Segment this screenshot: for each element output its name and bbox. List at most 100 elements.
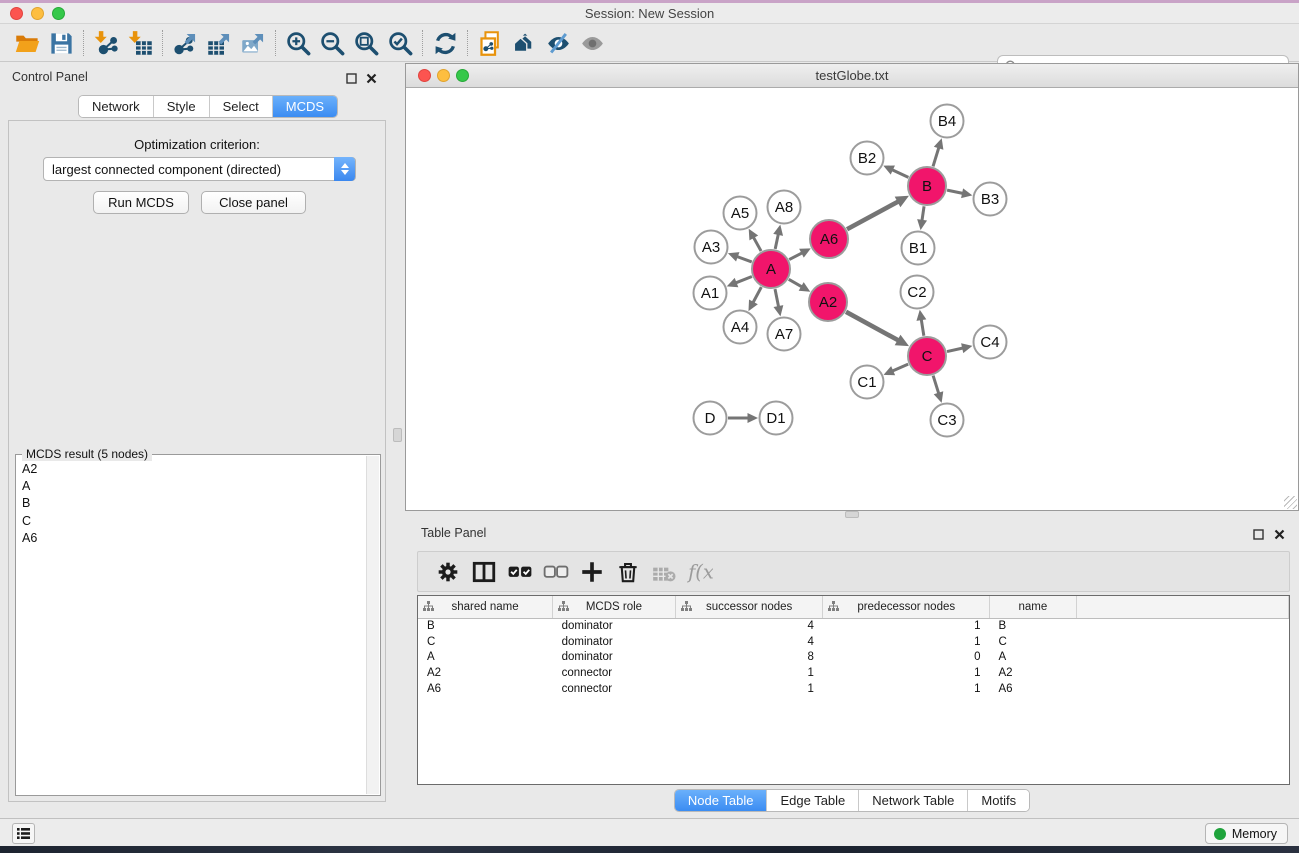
node-C[interactable]: C	[908, 337, 946, 375]
cell[interactable]: A2	[418, 665, 553, 681]
mcds-result-list[interactable]: A2ABCA6	[18, 461, 364, 793]
column-header-MCDS-role[interactable]: MCDS role	[553, 596, 676, 618]
edge-A-A1[interactable]	[735, 277, 752, 284]
clone-network-button[interactable]	[473, 27, 507, 59]
cell[interactable]: C	[418, 634, 553, 650]
node-A4[interactable]: A4	[724, 311, 757, 344]
mcds-result-item[interactable]: A	[18, 478, 364, 495]
table-row[interactable]: Cdominator41C	[418, 634, 1289, 650]
cell[interactable]: A	[418, 650, 553, 666]
edge-A-A2[interactable]	[789, 279, 803, 287]
import-table-button[interactable]	[123, 27, 157, 59]
edge-C-C2[interactable]	[921, 318, 924, 336]
cell[interactable]: connector	[553, 681, 676, 697]
table-row[interactable]: A2connector11A2	[418, 665, 1289, 681]
table-tab-edge-table[interactable]: Edge Table	[767, 790, 859, 811]
cell[interactable]: B	[418, 618, 553, 634]
column-header-name[interactable]: name	[990, 596, 1077, 618]
cell[interactable]: connector	[553, 665, 676, 681]
mcds-result-item[interactable]: C	[18, 513, 364, 530]
node-A3[interactable]: A3	[695, 231, 728, 264]
save-session-button[interactable]	[44, 27, 78, 59]
cell[interactable]: 1	[823, 665, 990, 681]
table-tab-network-table[interactable]: Network Table	[859, 790, 968, 811]
cell[interactable]: 0	[823, 650, 990, 666]
split-panel-button[interactable]	[466, 555, 502, 589]
node-C3[interactable]: C3	[931, 404, 964, 437]
table-row[interactable]: Adominator80A	[418, 650, 1289, 666]
add-column-button[interactable]	[574, 555, 610, 589]
float-table-panel-icon[interactable]	[1251, 527, 1265, 541]
network-overview-button[interactable]	[507, 27, 541, 59]
tab-mcds[interactable]: MCDS	[273, 96, 337, 117]
column-header-successor-nodes[interactable]: successor nodes	[675, 596, 823, 618]
memory-button[interactable]: Memory	[1205, 823, 1288, 844]
column-header-shared-name[interactable]: shared name	[418, 596, 553, 618]
optimization-criterion-select[interactable]: largest connected component (directed)	[43, 157, 356, 181]
node-A2[interactable]: A2	[809, 283, 847, 321]
cell[interactable]: 4	[675, 634, 823, 650]
node-C4[interactable]: C4	[974, 326, 1007, 359]
cell[interactable]: A2	[990, 665, 1077, 681]
settings-gear-button[interactable]	[430, 555, 466, 589]
cell[interactable]: C	[990, 634, 1077, 650]
cell[interactable]: dominator	[553, 650, 676, 666]
task-history-button[interactable]	[12, 823, 35, 844]
cell[interactable]: dominator	[553, 634, 676, 650]
table-tab-node-table[interactable]: Node Table	[675, 790, 768, 811]
table-row[interactable]: Bdominator41B	[418, 618, 1289, 634]
node-B2[interactable]: B2	[851, 142, 884, 175]
cell[interactable]: A6	[990, 681, 1077, 697]
edge-A-A7[interactable]	[775, 289, 779, 308]
import-network-button[interactable]	[89, 27, 123, 59]
cell[interactable]: A6	[418, 681, 553, 697]
close-table-panel-icon[interactable]	[1272, 527, 1286, 541]
zoom-out-button[interactable]	[315, 27, 349, 59]
edge-A2-C[interactable]	[846, 312, 899, 341]
vertical-splitter-handle[interactable]	[393, 428, 402, 442]
graphics-details-button[interactable]	[541, 27, 575, 59]
edge-C-C1[interactable]	[891, 364, 908, 371]
edge-B-B2[interactable]	[891, 169, 908, 177]
cell[interactable]: 4	[675, 618, 823, 634]
export-table-button[interactable]	[202, 27, 236, 59]
horizontal-splitter-handle[interactable]	[845, 511, 859, 518]
edge-B-B1[interactable]	[922, 206, 924, 221]
node-B3[interactable]: B3	[974, 183, 1007, 216]
edge-A-A8[interactable]	[775, 233, 778, 249]
cell[interactable]: dominator	[553, 618, 676, 634]
table-tab-motifs[interactable]: Motifs	[968, 790, 1029, 811]
node-D1[interactable]: D1	[760, 402, 793, 435]
deselect-all-button[interactable]	[538, 555, 574, 589]
close-panel-button[interactable]: Close panel	[201, 191, 306, 214]
node-B1[interactable]: B1	[902, 232, 935, 265]
edge-B-B3[interactable]	[947, 190, 964, 194]
edge-A-A6[interactable]	[789, 252, 803, 259]
export-image-button[interactable]	[236, 27, 270, 59]
tab-network[interactable]: Network	[79, 96, 154, 117]
edge-C-C4[interactable]	[947, 348, 964, 352]
edge-A-A3[interactable]	[736, 256, 752, 262]
network-canvas[interactable]: B4B2BB3A8A5A6A3B1AC2A1A2A4A7C4CC1DD1C3	[406, 88, 1298, 510]
node-A[interactable]: A	[752, 250, 790, 288]
cell[interactable]: 1	[675, 665, 823, 681]
close-panel-icon[interactable]	[364, 71, 378, 85]
tab-select[interactable]: Select	[210, 96, 273, 117]
cell[interactable]: A	[990, 650, 1077, 666]
edge-B-B4[interactable]	[933, 146, 939, 166]
node-A7[interactable]: A7	[768, 318, 801, 351]
resize-grip-icon[interactable]	[1284, 496, 1297, 509]
zoom-fit-button[interactable]	[349, 27, 383, 59]
edge-C-C3[interactable]	[933, 376, 939, 395]
mcds-result-item[interactable]: B	[18, 495, 364, 512]
table-row[interactable]: A6connector11A6	[418, 681, 1289, 697]
node-A8[interactable]: A8	[768, 191, 801, 224]
open-session-button[interactable]	[10, 27, 44, 59]
delete-columns-button[interactable]	[610, 555, 646, 589]
network-window-titlebar[interactable]: testGlobe.txt	[406, 64, 1298, 88]
zoom-in-button[interactable]	[281, 27, 315, 59]
result-scrollbar[interactable]	[366, 456, 379, 794]
tab-style[interactable]: Style	[154, 96, 210, 117]
node-A6[interactable]: A6	[810, 220, 848, 258]
zoom-selected-button[interactable]	[383, 27, 417, 59]
